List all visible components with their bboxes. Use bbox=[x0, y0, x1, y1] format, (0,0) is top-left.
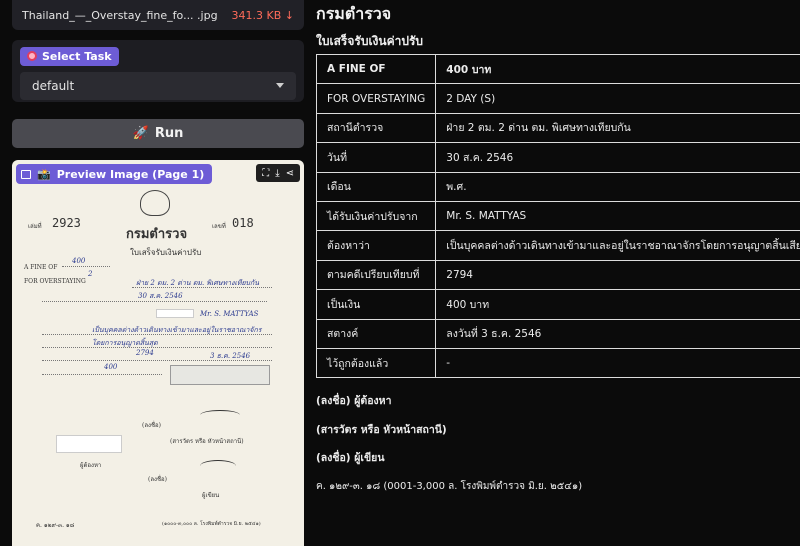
table-cell-value: ลงวันที่ 3 ธ.ค. 2546 bbox=[435, 318, 800, 349]
run-button[interactable]: 🚀 Run bbox=[12, 119, 304, 148]
chevron-down-icon bbox=[276, 83, 284, 88]
file-size-download-link[interactable]: 341.3 KB ↓ bbox=[232, 9, 294, 22]
result-panel: กรมตำรวจ ใบเสร็จรับเงินค่าปรับ A FINE OF… bbox=[315, 0, 800, 506]
table-cell-key: ไว้ถูกต้องแล้ว bbox=[315, 347, 437, 379]
note-line: (สารวัตร หรือ หัวหน้าสถานี) bbox=[316, 423, 447, 436]
scan-print-note: (๑๐๐๐-๓,๐๐๐ ล. โรงพิมพ์ตำรวจ มิ.ย. ๒๕๔๑) bbox=[162, 521, 261, 527]
table-cell-key: A FINE OF bbox=[315, 53, 437, 85]
scan-book-number: 2923 bbox=[52, 216, 81, 230]
table-row: สตางค์ ลงวันที่ 3 ธ.ค. 2546 bbox=[315, 318, 800, 349]
run-button-label: Run bbox=[154, 126, 184, 141]
table-cell-key: FOR OVERSTAYING bbox=[315, 83, 437, 114]
table-cell-key: สถานีตำรวจ bbox=[315, 112, 437, 144]
scan-sig3-role: ผู้เขียน bbox=[202, 492, 220, 499]
table-cell-value: 400 บาท bbox=[435, 53, 800, 85]
table-cell-key: ต้องหาว่า bbox=[315, 230, 437, 261]
table-cell-key: วันที่ bbox=[315, 142, 437, 173]
table-cell-value: 2794 bbox=[435, 259, 800, 291]
note-line: (ลงชื่อ) ผู้เขียน bbox=[316, 452, 385, 465]
table-row: วันที่ 30 ส.ค. 2546 bbox=[315, 142, 800, 173]
table-cell-value: เป็นบุคคลต่างด้าวเดินทางเข้ามาและอยู่ในร… bbox=[435, 230, 800, 261]
table-row: เป็นเงิน 400 บาท bbox=[315, 289, 800, 320]
table-cell-value: 400 บาท bbox=[435, 289, 800, 320]
scan-sig2-role: (สารวัตร หรือ หัวหน้าสถานี) bbox=[170, 438, 244, 445]
scan-sig3-label: (ลงชื่อ) bbox=[148, 476, 167, 483]
task-dropdown-value: default bbox=[32, 78, 75, 93]
scan-overstay-handwriting: 2 bbox=[88, 270, 93, 278]
preview-toolbar: ⛶ ⤓ ⋖ bbox=[256, 164, 300, 182]
camera-icon: 📸 bbox=[37, 167, 51, 181]
table-cell-key: ได้รับเงินค่าปรับจาก bbox=[315, 200, 437, 232]
fullscreen-icon[interactable]: ⛶ bbox=[262, 168, 269, 179]
table-cell-key: เป็นเงิน bbox=[315, 289, 437, 320]
preview-panel: เล่มที่ 2923 กรมตำรวจ เลขที่ 018 ใบเสร็จ… bbox=[12, 160, 304, 546]
table-row: FOR OVERSTAYING 2 DAY (S) bbox=[315, 83, 800, 114]
file-name[interactable]: Thailand_—_Overstay_fine_fo... .jpg bbox=[22, 9, 218, 22]
scan-title: กรมตำรวจ bbox=[126, 227, 188, 242]
signature-mark-1 bbox=[200, 410, 240, 420]
task-label-text: Select Task bbox=[42, 49, 112, 63]
target-icon bbox=[27, 51, 37, 61]
table-row: A FINE OF 400 บาท bbox=[315, 53, 800, 85]
scan-case-handwriting: 2794 bbox=[136, 349, 154, 357]
scan-stamp bbox=[170, 365, 270, 385]
redacted-name-box bbox=[156, 309, 194, 318]
preview-image-label: 📸 Preview Image (Page 1) bbox=[16, 164, 213, 184]
scan-overstay-label: FOR OVERSTAYING bbox=[24, 278, 86, 285]
result-notes: (ลงชื่อ) ผู้ต้องหา (สารวัตร หรือ หัวหน้าส… bbox=[316, 392, 792, 506]
table-row: ต้องหาว่า เป็นบุคคลต่างด้าวเดินทางเข้ามาแ… bbox=[315, 230, 800, 261]
table-cell-value: 2 DAY (S) bbox=[435, 83, 800, 114]
table-cell-value: - bbox=[435, 347, 800, 379]
scan-fine-label: A FINE OF bbox=[24, 264, 58, 271]
task-label: Select Task bbox=[20, 46, 119, 66]
scan-fine-handwriting: 400 bbox=[72, 257, 86, 265]
scan-sig1-role: ผู้ต้องหา bbox=[80, 462, 102, 469]
share-icon[interactable]: ⋖ bbox=[286, 168, 294, 179]
uploaded-file-bar[interactable]: Thailand_—_Overstay_fine_fo... .jpg 341.… bbox=[12, 0, 304, 30]
table-cell-key: เดือน bbox=[315, 171, 437, 202]
table-cell-key: ตามคดีเปรียบเทียบที่ bbox=[315, 259, 437, 291]
task-panel: Select Task default bbox=[12, 40, 304, 102]
scan-receipt-number: 018 bbox=[232, 216, 254, 230]
scan-name-handwriting: Mr. S. MATTYAS bbox=[200, 310, 259, 318]
table-cell-value: ฝ่าย 2 ตม. 2 ด่าน ตม. พิเศษทางเทียบกัน bbox=[435, 112, 800, 144]
table-cell-value: พ.ศ. bbox=[435, 171, 800, 202]
result-table: A FINE OF 400 บาท FOR OVERSTAYING 2 DAY (S)… bbox=[315, 53, 800, 379]
result-title: กรมตำรวจ bbox=[316, 4, 392, 23]
redacted-signature-box bbox=[56, 435, 122, 453]
preview-label-text: Preview Image (Page 1) bbox=[56, 167, 205, 181]
rocket-icon: 🚀 bbox=[132, 126, 149, 141]
table-row: ตามคดีเปรียบเทียบที่ 2794 bbox=[315, 259, 800, 291]
signature-mark-2 bbox=[200, 460, 236, 472]
download-icon[interactable]: ⤓ bbox=[275, 168, 279, 179]
note-line: ค. ๑๒๙-๓. ๑๘ (0001-3,000 ล. โรงพิมพ์ตำรว… bbox=[316, 480, 583, 492]
table-cell-key: สตางค์ bbox=[315, 318, 437, 349]
result-subtitle: ใบเสร็จรับเงินค่าปรับ bbox=[316, 34, 424, 48]
image-icon bbox=[21, 169, 31, 179]
table-row: ได้รับเงินค่าปรับจาก Mr. S. MATTYAS bbox=[315, 200, 800, 232]
scan-subtitle: ใบเสร็จรับเงินค่าปรับ bbox=[130, 248, 202, 257]
table-cell-value: Mr. S. MATTYAS bbox=[435, 200, 800, 232]
task-dropdown[interactable]: default bbox=[20, 71, 296, 100]
table-row: สถานีตำรวจ ฝ่าย 2 ตม. 2 ด่าน ตม. พิเศษทาง… bbox=[315, 112, 800, 144]
scanned-receipt-image: เล่มที่ 2923 กรมตำรวจ เลขที่ 018 ใบเสร็จ… bbox=[12, 160, 304, 546]
table-row: ไว้ถูกต้องแล้ว - bbox=[315, 347, 800, 379]
scan-amount-handwriting: 400 bbox=[104, 363, 118, 371]
table-cell-value: 30 ส.ค. 2546 bbox=[435, 142, 800, 173]
police-seal-emblem bbox=[140, 190, 170, 216]
scan-footer-code: ค. ๑๒๙-๓. ๑๘ bbox=[36, 522, 75, 529]
note-line: (ลงชื่อ) ผู้ต้องหา bbox=[316, 395, 392, 408]
table-row: เดือน พ.ศ. bbox=[315, 171, 800, 202]
scan-sig1-label: (ลงชื่อ) bbox=[142, 422, 161, 429]
